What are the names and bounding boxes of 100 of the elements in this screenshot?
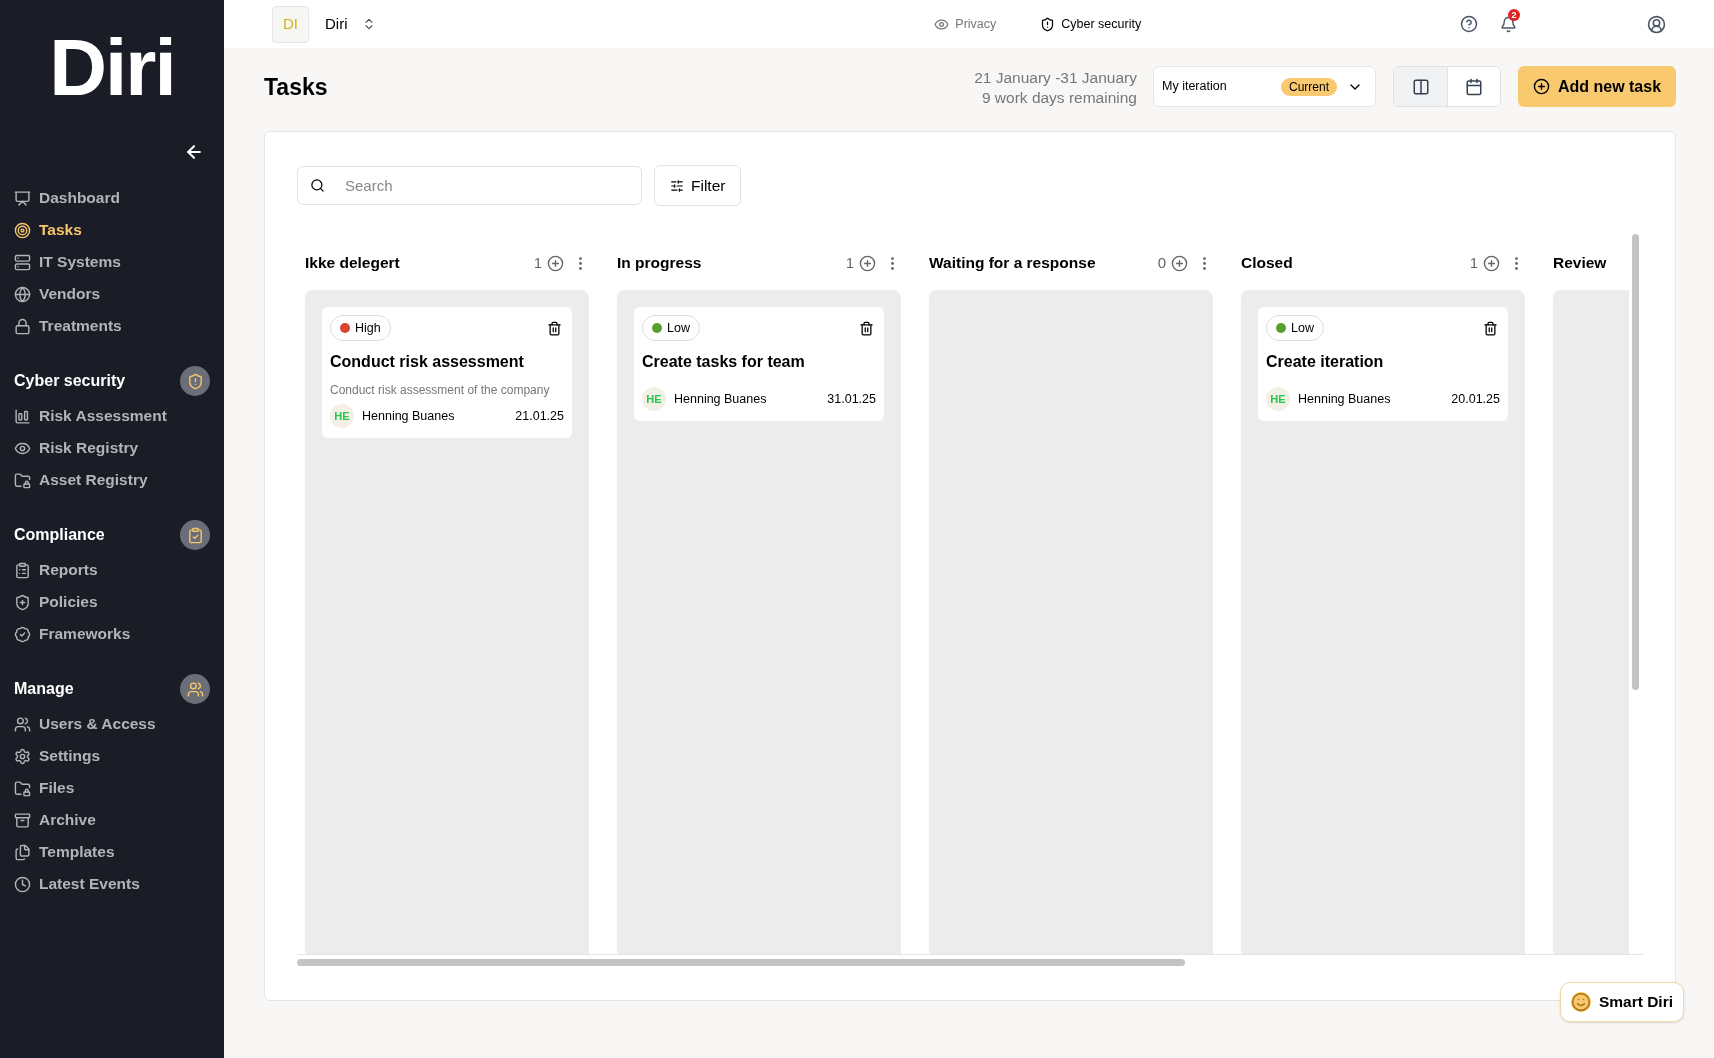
- smart-assistant-button[interactable]: Smart Diri: [1559, 982, 1684, 1022]
- task-title: Conduct risk assessment: [330, 352, 525, 372]
- sidebar-item[interactable]: Reports: [14, 554, 210, 586]
- sidebar-item[interactable]: Asset Registry: [14, 464, 210, 496]
- add-icon[interactable]: [1171, 254, 1188, 272]
- task-title: Create iteration: [1266, 352, 1385, 372]
- assignee-name: Henning Buanes: [674, 390, 768, 408]
- clipboard-icon: [14, 561, 31, 579]
- shield-icon: [180, 366, 210, 396]
- column-title: Waiting for a response: [929, 253, 1097, 274]
- column-title: Closed: [1241, 253, 1294, 274]
- add-icon[interactable]: [547, 254, 564, 272]
- delete-icon[interactable]: [547, 320, 562, 336]
- calendar-view-button[interactable]: [1447, 67, 1500, 106]
- settings-icon: [14, 747, 31, 765]
- assignee-avatar: HE: [642, 387, 666, 411]
- assignee-avatar: HE: [330, 404, 354, 428]
- folder-icon: [14, 471, 31, 489]
- folder-icon: [14, 779, 31, 797]
- mode-link[interactable]: Cyber security: [1040, 14, 1142, 34]
- section-heading: Manage: [14, 679, 74, 699]
- task-card[interactable]: High Conduct risk assessment Conduct risk assessment of the company HE Henning Buanes 21.01.25: [322, 307, 572, 438]
- sidebar-item[interactable]: Templates: [14, 836, 210, 868]
- task-card[interactable]: Low Create tasks for team HE Henning Buanes 31.01.25: [634, 307, 884, 421]
- add-task-button[interactable]: Add new task: [1518, 66, 1676, 107]
- column-count: 0: [1157, 252, 1166, 273]
- date-range: 21 January -31 January: [974, 68, 1137, 88]
- files-icon: [14, 843, 31, 861]
- sidebar-item[interactable]: Files: [14, 772, 210, 804]
- column-title: Review: [1553, 253, 1608, 274]
- sidebar-item[interactable]: Treatments: [14, 310, 210, 342]
- due-date: 31.01.25: [827, 390, 876, 408]
- horizontal-scrollbar[interactable]: [297, 959, 1185, 966]
- delete-icon[interactable]: [859, 320, 874, 336]
- sidebar-item[interactable]: Policies: [14, 586, 210, 618]
- mode-link[interactable]: Privacy: [934, 14, 997, 34]
- columns-icon: [1411, 77, 1430, 96]
- calendar-icon: [1465, 77, 1483, 96]
- due-date: 20.01.25: [1451, 390, 1500, 408]
- server-icon: [14, 253, 31, 271]
- sidebar-item[interactable]: Frameworks: [14, 618, 210, 650]
- assignee-name: Henning Buanes: [1298, 390, 1392, 408]
- sidebar-item[interactable]: Users & Access: [14, 708, 210, 740]
- presentation-icon: [14, 189, 31, 207]
- logo: Diri: [49, 28, 175, 108]
- target-icon: [14, 221, 31, 239]
- vertical-scrollbar[interactable]: [1632, 234, 1639, 690]
- task-title: Create tasks for team: [642, 352, 806, 372]
- sidebar-item[interactable]: IT Systems: [14, 246, 210, 278]
- sidebar-item[interactable]: Tasks: [14, 214, 210, 246]
- sidebar-item[interactable]: Archive: [14, 804, 210, 836]
- sidebar-item[interactable]: Vendors: [14, 278, 210, 310]
- task-description: Conduct risk assessment of the company: [330, 382, 551, 398]
- add-icon[interactable]: [859, 254, 876, 272]
- column-count: 1: [845, 252, 854, 273]
- iteration-dropdown[interactable]: My iteration Current: [1153, 66, 1376, 107]
- assignee-name: Henning Buanes: [362, 407, 456, 425]
- badge-check-icon: [14, 625, 31, 643]
- smiley-icon: [1570, 992, 1591, 1012]
- remaining-days: 9 work days remaining: [981, 88, 1137, 108]
- add-icon[interactable]: [1483, 254, 1500, 272]
- filter-button[interactable]: Filter: [654, 165, 742, 206]
- eye-icon: [934, 16, 950, 32]
- sliders-icon: [670, 178, 684, 193]
- user-profile-icon[interactable]: [1647, 14, 1666, 34]
- due-date: 21.01.25: [515, 407, 564, 425]
- globe-icon: [14, 285, 31, 303]
- shield-icon: [14, 593, 31, 611]
- sidebar-item[interactable]: Latest Events: [14, 868, 210, 900]
- lock-icon: [14, 317, 31, 335]
- search-icon: [310, 178, 325, 193]
- sidebar-item[interactable]: Risk Registry: [14, 432, 210, 464]
- current-badge: Current: [1281, 77, 1337, 96]
- sidebar-item[interactable]: Settings: [14, 740, 210, 772]
- task-card[interactable]: Low Create iteration HE Henning Buanes 20.01.25: [1258, 307, 1508, 421]
- org-avatar: DI: [272, 5, 309, 43]
- column-title: Ikke delegert: [305, 253, 401, 274]
- column-title: In progress: [617, 253, 703, 274]
- board-view-button[interactable]: [1394, 67, 1447, 106]
- bar-chart-icon: [14, 407, 31, 425]
- section-heading: Cyber security: [14, 371, 126, 391]
- clock-icon: [14, 875, 31, 893]
- help-icon[interactable]: [1460, 15, 1478, 33]
- shield-icon: [1040, 16, 1056, 32]
- archive-icon: [14, 811, 31, 829]
- column-count: 1: [533, 252, 542, 273]
- sidebar-item[interactable]: Risk Assessment: [14, 400, 210, 432]
- plus-icon: [1532, 78, 1550, 95]
- search-field[interactable]: Search: [297, 166, 642, 205]
- notification-count: 2: [1508, 8, 1520, 21]
- sidebar-item[interactable]: Dashboard: [14, 182, 210, 214]
- page-title: Tasks: [264, 73, 328, 102]
- section-heading: Compliance: [14, 525, 105, 545]
- assignee-avatar: HE: [1266, 387, 1290, 411]
- users-icon: [14, 715, 31, 733]
- delete-icon[interactable]: [1483, 320, 1498, 336]
- clipboard-check-icon: [180, 520, 210, 550]
- users-icon: [180, 674, 210, 704]
- org-name: Diri: [325, 13, 348, 34]
- column-count: 1: [1469, 252, 1478, 273]
